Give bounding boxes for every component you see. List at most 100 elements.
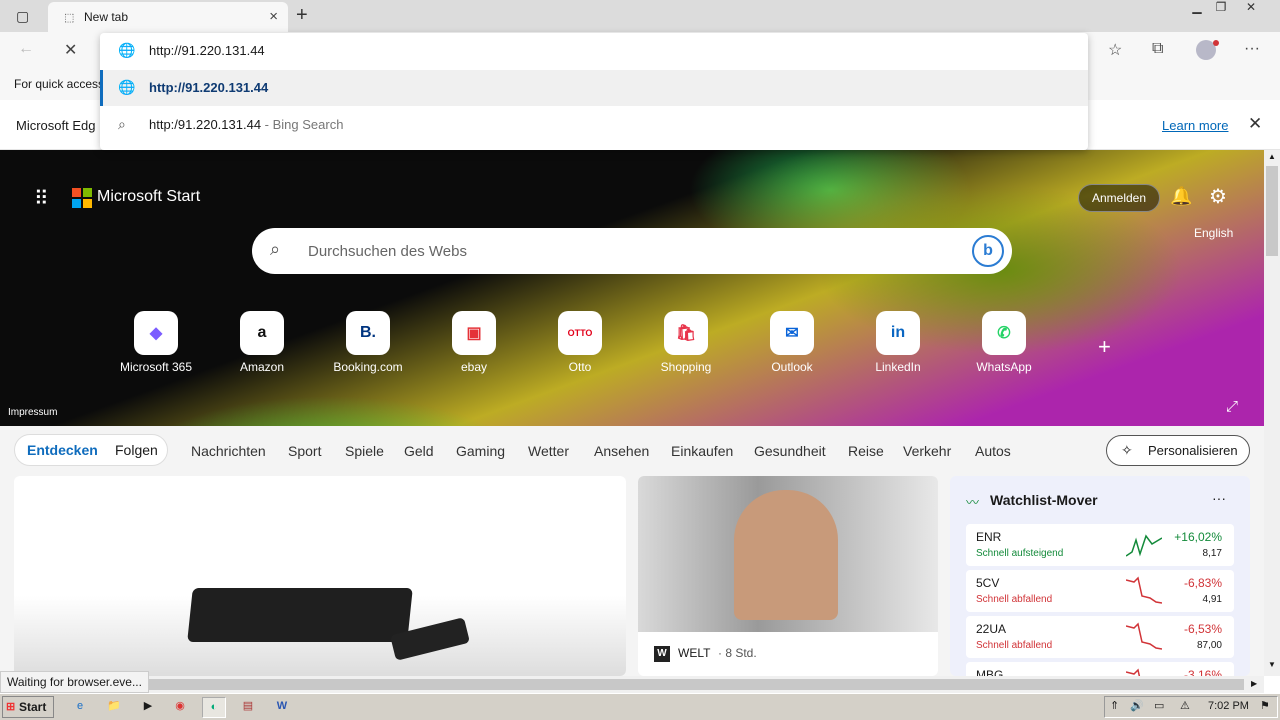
media-player-icon[interactable]: ▶ (136, 697, 160, 718)
scroll-down-icon[interactable]: ▼ (1268, 660, 1276, 669)
search-box[interactable]: ⌕ Durchsuchen des Webs b (252, 228, 1012, 274)
impressum-link[interactable]: Impressum (8, 407, 57, 418)
new-tab-button[interactable]: + (296, 4, 308, 27)
tab-entdecken[interactable]: Entdecken (27, 442, 98, 458)
quick-link-label[interactable]: Amazon (212, 360, 312, 374)
settings-icon[interactable]: ⚙ (1209, 184, 1227, 209)
scroll-right-icon[interactable]: ▶ (1251, 679, 1257, 688)
nav-item[interactable]: Autos (975, 443, 1011, 459)
nav-item[interactable]: Reise (848, 443, 884, 459)
favorites-icon[interactable]: ☆ (1108, 40, 1122, 60)
quick-link-label[interactable]: Microsoft 365 (106, 360, 206, 374)
scroll-up-icon[interactable]: ▲ (1268, 152, 1276, 161)
stock-row[interactable]: MBG -3,16% (966, 662, 1234, 676)
stock-row[interactable]: 22UA Schnell abfallend -6,53% 87,00 (966, 616, 1234, 658)
quick-link-tile[interactable]: ✆ (982, 311, 1026, 355)
nav-item[interactable]: Gaming (456, 443, 505, 459)
stock-row[interactable]: 5CV Schnell abfallend -6,83% 4,91 (966, 570, 1234, 612)
nav-item[interactable]: Einkaufen (671, 443, 733, 459)
quick-link-tile[interactable]: B. (346, 311, 390, 355)
taskbar: ⊞ Start e 📁 ▶ ◉ ◐ ▤ W ⇑ 🔊 ▭ ⚠ 7:02 PM ⚑ (0, 693, 1280, 720)
stock-symbol: MBG (976, 668, 1004, 676)
quick-link-tile[interactable]: a (240, 311, 284, 355)
tab-title: New tab (84, 10, 129, 24)
quick-link-icon: ✉ (785, 325, 799, 342)
sparkle-icon: ✧ (1121, 442, 1133, 458)
tab-folgen[interactable]: Folgen (115, 442, 158, 458)
back-icon[interactable]: ← (18, 40, 34, 58)
edge-icon[interactable]: ◐ (202, 697, 226, 718)
quick-link-tile[interactable]: OTTO (558, 311, 602, 355)
nav-item[interactable]: Gesundheit (754, 443, 826, 459)
nav-item[interactable]: Spiele (345, 443, 384, 459)
restore-icon[interactable]: ❐ (1208, 0, 1234, 18)
signin-button[interactable]: Anmelden (1078, 184, 1160, 212)
nav-item[interactable]: Wetter (528, 443, 569, 459)
close-tab-icon[interactable]: × (269, 8, 278, 25)
notifications-icon[interactable]: 🔔 (1170, 186, 1192, 207)
speaker-icon[interactable]: 🔊 (1130, 699, 1144, 712)
watchlist-more-icon[interactable]: ··· (1212, 490, 1226, 506)
minimize-icon[interactable]: ▁ (1184, 0, 1210, 18)
quick-link-label[interactable]: WhatsApp (954, 360, 1054, 374)
tab-new-tab[interactable]: ⬚ New tab × (48, 2, 288, 32)
news-card[interactable]: W WELT · 8 Std. (638, 476, 938, 676)
security-icon[interactable]: ⚠ (1180, 699, 1190, 712)
network-icon[interactable]: ▭ (1154, 699, 1164, 712)
folder-icon[interactable]: 📁 (102, 697, 126, 718)
quick-link-tile[interactable]: ▣ (452, 311, 496, 355)
tab-actions-icon[interactable]: ▢ (16, 8, 29, 25)
winrar-icon[interactable]: ▤ (236, 697, 260, 718)
start-button[interactable]: ⊞ Start (2, 696, 54, 718)
quick-link-label[interactable]: Shopping (636, 360, 736, 374)
search-input[interactable]: Durchsuchen des Webs (308, 243, 467, 260)
stock-row[interactable]: ENR Schnell aufsteigend +16,02% 8,17 (966, 524, 1234, 566)
language-link[interactable]: English (1194, 226, 1233, 240)
nav-item[interactable]: Ansehen (594, 443, 649, 459)
quick-link-label[interactable]: Otto (530, 360, 630, 374)
stock-status: Schnell abfallend (976, 640, 1053, 651)
more-icon[interactable]: ··· (1244, 40, 1260, 58)
quick-link-label[interactable]: ebay (424, 360, 524, 374)
nav-item[interactable]: Nachrichten (191, 443, 266, 459)
infobar-close-icon[interactable]: ✕ (1248, 114, 1262, 134)
favbar-text: For quick access (14, 77, 105, 91)
stock-price: 4,91 (1202, 594, 1222, 605)
bing-chat-icon[interactable]: b (972, 235, 1004, 267)
quick-link-label[interactable]: LinkedIn (848, 360, 948, 374)
quick-link-tile[interactable]: 🛍 (664, 311, 708, 355)
suggestion-search[interactable]: ⌕ http:/91.220.131.44 - Bing Search (100, 107, 1088, 143)
watchlist-card: 〰 Watchlist-Mover ··· ENR Schnell aufstei… (950, 476, 1250, 676)
personalize-button[interactable]: ✧ Personalisieren (1106, 435, 1250, 466)
nav-item[interactable]: Verkehr (903, 443, 951, 459)
nav-item[interactable]: Geld (404, 443, 434, 459)
expand-icon[interactable]: ⤢ (1226, 398, 1238, 415)
stop-icon[interactable]: ✕ (64, 40, 77, 60)
vertical-scrollbar[interactable]: ▲ ▼ (1264, 150, 1280, 676)
add-quick-link-icon[interactable]: + (1098, 334, 1111, 360)
quick-link-tile[interactable]: ◆ (134, 311, 178, 355)
window-close-icon[interactable]: ✕ (1238, 0, 1264, 18)
hero-news-card[interactable] (14, 476, 626, 676)
collections-icon[interactable]: ⧉ (1152, 40, 1163, 58)
nav-item[interactable]: Sport (288, 443, 321, 459)
clock[interactable]: 7:02 PM (1208, 700, 1249, 712)
quick-link-label[interactable]: Outlook (742, 360, 842, 374)
apps-launcher-icon[interactable]: ⠿ (34, 186, 50, 211)
ie-icon[interactable]: e (68, 697, 92, 718)
tray-expand-icon[interactable]: ⇑ (1110, 699, 1119, 712)
learn-more-link[interactable]: Learn more (1162, 118, 1228, 133)
new-tab-icon: ⬚ (64, 12, 75, 24)
scroll-thumb[interactable] (1266, 166, 1278, 256)
word-icon[interactable]: W (270, 697, 294, 718)
suggestion-url[interactable]: 🌐 http://91.220.131.44 (100, 70, 1088, 106)
address-input-row[interactable]: 🌐 http://91.220.131.44 (100, 33, 1088, 69)
quick-link-tile[interactable]: in (876, 311, 920, 355)
quick-link-tile[interactable]: ✉ (770, 311, 814, 355)
flag-icon[interactable]: ⚑ (1260, 699, 1270, 712)
quick-link-label[interactable]: Booking.com (318, 360, 418, 374)
horizontal-scrollbar[interactable]: ◀ ▶ (0, 676, 1264, 693)
chrome-icon[interactable]: ◉ (168, 697, 192, 718)
address-input[interactable]: http://91.220.131.44 (149, 43, 265, 58)
hscroll-thumb[interactable] (16, 679, 1244, 690)
